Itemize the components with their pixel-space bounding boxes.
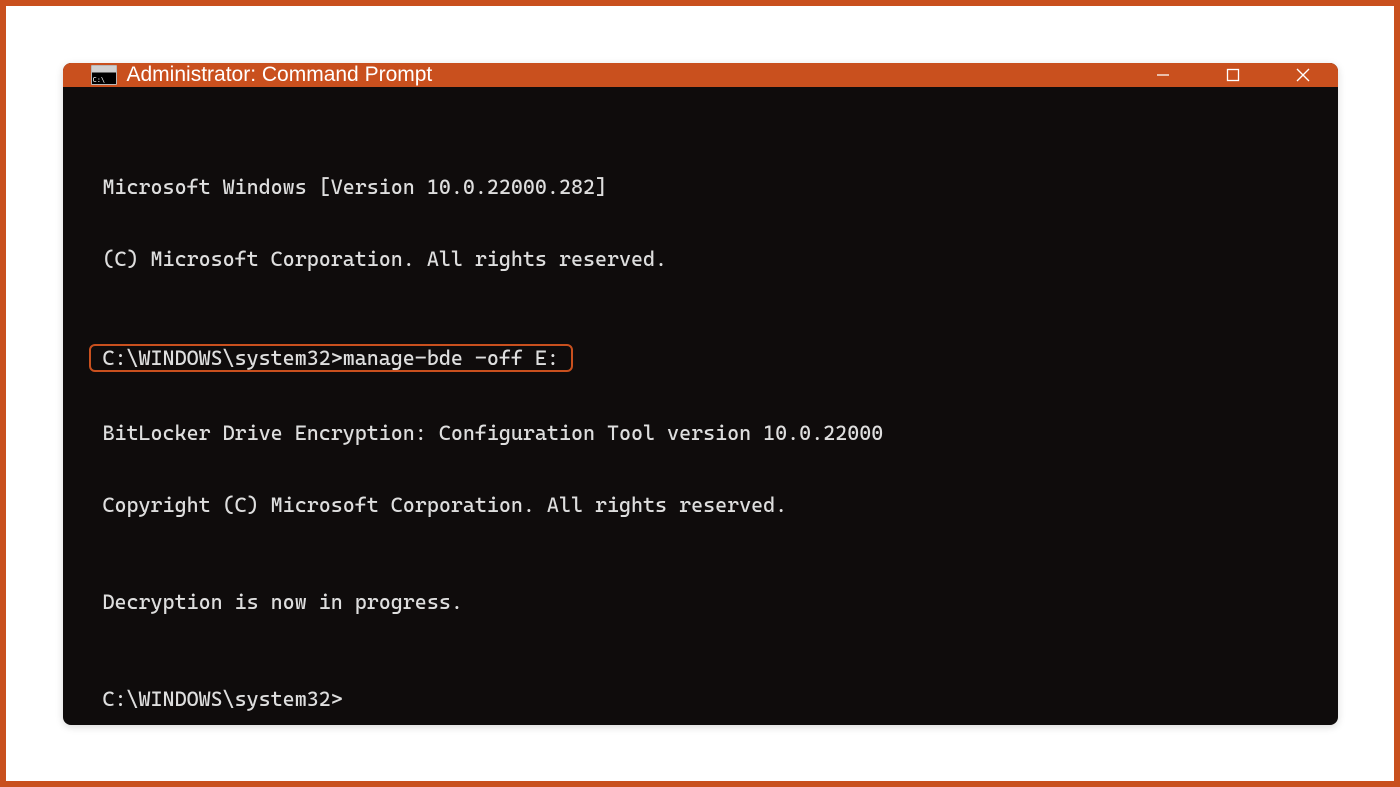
output-line: Microsoft Windows [Version 10.0.22000.28… bbox=[103, 175, 1298, 199]
maximize-icon bbox=[1226, 68, 1240, 82]
output-line: (C) Microsoft Corporation. All rights re… bbox=[103, 247, 1298, 271]
close-button[interactable] bbox=[1268, 63, 1338, 87]
cmd-icon bbox=[91, 65, 117, 85]
maximize-button[interactable] bbox=[1198, 63, 1268, 87]
minimize-icon bbox=[1155, 67, 1171, 83]
close-icon bbox=[1295, 67, 1311, 83]
highlight-box: C:\WINDOWS\system32>manage-bde -off E: bbox=[89, 344, 573, 372]
window-controls bbox=[1128, 63, 1338, 87]
command-prompt-window: Administrator: Command Prompt Microsoft … bbox=[63, 63, 1338, 725]
minimize-button[interactable] bbox=[1128, 63, 1198, 87]
prompt-line: C:\WINDOWS\system32> bbox=[103, 687, 1298, 711]
output-line: Copyright (C) Microsoft Corporation. All… bbox=[103, 493, 1298, 517]
window-title: Administrator: Command Prompt bbox=[127, 63, 433, 87]
output-line: Decryption is now in progress. bbox=[103, 590, 1298, 614]
terminal-output[interactable]: Microsoft Windows [Version 10.0.22000.28… bbox=[63, 87, 1338, 725]
command-line-highlighted: C:\WINDOWS\system32>manage-bde -off E: bbox=[103, 344, 1298, 372]
titlebar[interactable]: Administrator: Command Prompt bbox=[63, 63, 1338, 87]
output-line: BitLocker Drive Encryption: Configuratio… bbox=[103, 421, 1298, 445]
